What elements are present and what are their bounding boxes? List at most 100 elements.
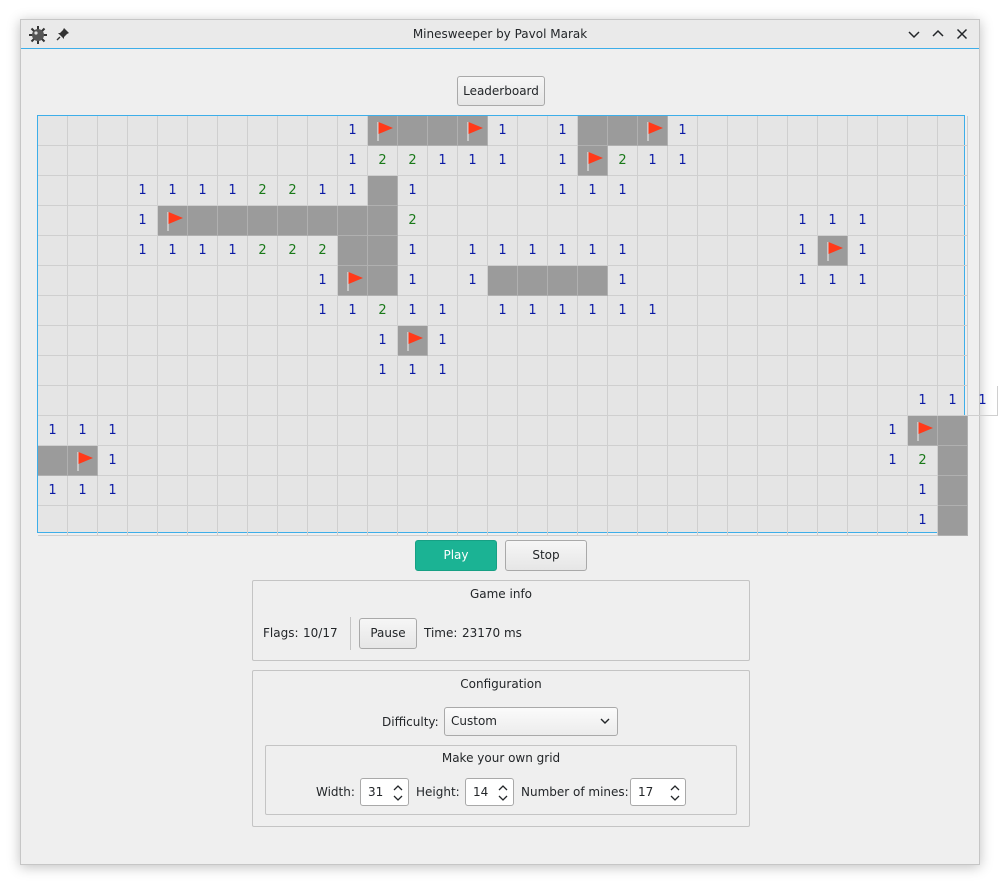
grid-cell-number[interactable]: 2 bbox=[248, 176, 278, 206]
grid-cell-number[interactable]: 1 bbox=[188, 236, 218, 266]
grid-cell-empty[interactable] bbox=[158, 326, 188, 356]
grid-cell-number[interactable]: 1 bbox=[908, 506, 938, 536]
grid-cell-empty[interactable] bbox=[878, 206, 908, 236]
grid-cell-empty[interactable] bbox=[548, 416, 578, 446]
grid-cell-empty[interactable] bbox=[68, 116, 98, 146]
grid-cell-empty[interactable] bbox=[308, 476, 338, 506]
grid-cell-empty[interactable] bbox=[518, 176, 548, 206]
grid-cell-empty[interactable] bbox=[848, 386, 878, 416]
grid-cell-empty[interactable] bbox=[668, 476, 698, 506]
grid-cell-empty[interactable] bbox=[188, 116, 218, 146]
grid-cell-empty[interactable] bbox=[488, 386, 518, 416]
grid-cell-number[interactable]: 1 bbox=[398, 296, 428, 326]
grid-cell-number[interactable]: 1 bbox=[398, 236, 428, 266]
grid-cell-empty[interactable] bbox=[758, 296, 788, 326]
grid-cell-number[interactable]: 1 bbox=[638, 296, 668, 326]
grid-cell-empty[interactable] bbox=[788, 116, 818, 146]
grid-cell-empty[interactable] bbox=[428, 386, 458, 416]
grid-cell-empty[interactable] bbox=[98, 356, 128, 386]
grid-cell-empty[interactable] bbox=[908, 296, 938, 326]
grid-cell-empty[interactable] bbox=[38, 176, 68, 206]
grid-cell-number[interactable]: 1 bbox=[548, 176, 578, 206]
grid-cell-empty[interactable] bbox=[848, 476, 878, 506]
grid-cell-empty[interactable] bbox=[458, 446, 488, 476]
grid-cell-number[interactable]: 1 bbox=[398, 356, 428, 386]
grid-cell-empty[interactable] bbox=[638, 476, 668, 506]
grid-cell-empty[interactable] bbox=[458, 386, 488, 416]
grid-cell-empty[interactable] bbox=[848, 176, 878, 206]
leaderboard-button[interactable]: Leaderboard bbox=[457, 76, 545, 106]
grid-cell-empty[interactable] bbox=[458, 506, 488, 536]
grid-cell-empty[interactable] bbox=[98, 176, 128, 206]
grid-cell-flagged[interactable] bbox=[908, 416, 938, 446]
pause-button[interactable]: Pause bbox=[359, 618, 417, 649]
grid-cell-empty[interactable] bbox=[38, 326, 68, 356]
grid-cell-number[interactable]: 1 bbox=[68, 416, 98, 446]
grid-cell-empty[interactable] bbox=[488, 326, 518, 356]
grid-cell-empty[interactable] bbox=[518, 506, 548, 536]
grid-cell-empty[interactable] bbox=[278, 386, 308, 416]
grid-cell-empty[interactable] bbox=[578, 416, 608, 446]
grid-cell-empty[interactable] bbox=[728, 356, 758, 386]
difficulty-select[interactable]: Custom bbox=[444, 707, 618, 736]
grid-cell-empty[interactable] bbox=[338, 356, 368, 386]
grid-cell-empty[interactable] bbox=[338, 506, 368, 536]
grid-cell-empty[interactable] bbox=[68, 506, 98, 536]
grid-cell-empty[interactable] bbox=[758, 386, 788, 416]
grid-cell-empty[interactable] bbox=[668, 356, 698, 386]
grid-cell-closed[interactable] bbox=[368, 236, 398, 266]
grid-cell-empty[interactable] bbox=[218, 326, 248, 356]
grid-cell-empty[interactable] bbox=[278, 326, 308, 356]
grid-cell-empty[interactable] bbox=[278, 356, 308, 386]
grid-cell-empty[interactable] bbox=[428, 476, 458, 506]
grid-cell-empty[interactable] bbox=[38, 266, 68, 296]
grid-cell-number[interactable]: 1 bbox=[518, 236, 548, 266]
grid-cell-empty[interactable] bbox=[128, 476, 158, 506]
height-spinbox[interactable]: 14 bbox=[465, 778, 514, 806]
grid-cell-empty[interactable] bbox=[638, 236, 668, 266]
grid-cell-empty[interactable] bbox=[668, 386, 698, 416]
grid-cell-empty[interactable] bbox=[38, 146, 68, 176]
grid-cell-empty[interactable] bbox=[848, 356, 878, 386]
grid-cell-empty[interactable] bbox=[938, 296, 968, 326]
grid-cell-empty[interactable] bbox=[98, 326, 128, 356]
grid-cell-empty[interactable] bbox=[98, 296, 128, 326]
grid-cell-empty[interactable] bbox=[98, 116, 128, 146]
grid-cell-empty[interactable] bbox=[248, 116, 278, 146]
grid-cell-empty[interactable] bbox=[878, 386, 908, 416]
grid-cell-empty[interactable] bbox=[308, 386, 338, 416]
grid-cell-empty[interactable] bbox=[98, 506, 128, 536]
grid-cell-empty[interactable] bbox=[218, 386, 248, 416]
grid-cell-empty[interactable] bbox=[698, 116, 728, 146]
grid-cell-flagged[interactable] bbox=[158, 206, 188, 236]
grid-cell-number[interactable]: 1 bbox=[128, 176, 158, 206]
mines-spinbox[interactable]: 17 bbox=[630, 778, 686, 806]
grid-cell-empty[interactable] bbox=[158, 266, 188, 296]
grid-cell-number[interactable]: 1 bbox=[428, 146, 458, 176]
grid-cell-number[interactable]: 1 bbox=[488, 296, 518, 326]
grid-cell-empty[interactable] bbox=[698, 506, 728, 536]
grid-cell-flagged[interactable] bbox=[338, 266, 368, 296]
spin-arrows-icon[interactable] bbox=[392, 782, 404, 804]
grid-cell-empty[interactable] bbox=[908, 206, 938, 236]
grid-cell-number[interactable]: 2 bbox=[368, 146, 398, 176]
grid-cell-empty[interactable] bbox=[158, 116, 188, 146]
grid-cell-empty[interactable] bbox=[878, 146, 908, 176]
grid-cell-empty[interactable] bbox=[698, 176, 728, 206]
grid-cell-empty[interactable] bbox=[428, 506, 458, 536]
grid-cell-empty[interactable] bbox=[158, 386, 188, 416]
grid-cell-empty[interactable] bbox=[908, 146, 938, 176]
grid-cell-number[interactable]: 1 bbox=[428, 326, 458, 356]
grid-cell-empty[interactable] bbox=[548, 446, 578, 476]
grid-cell-empty[interactable] bbox=[698, 206, 728, 236]
grid-cell-empty[interactable] bbox=[728, 266, 758, 296]
grid-cell-empty[interactable] bbox=[368, 506, 398, 536]
grid-cell-empty[interactable] bbox=[878, 506, 908, 536]
grid-cell-empty[interactable] bbox=[758, 326, 788, 356]
grid-cell-empty[interactable] bbox=[188, 416, 218, 446]
grid-cell-empty[interactable] bbox=[188, 296, 218, 326]
grid-cell-closed[interactable] bbox=[938, 476, 968, 506]
grid-cell-empty[interactable] bbox=[698, 326, 728, 356]
grid-cell-closed[interactable] bbox=[188, 206, 218, 236]
grid-cell-number[interactable]: 2 bbox=[368, 296, 398, 326]
